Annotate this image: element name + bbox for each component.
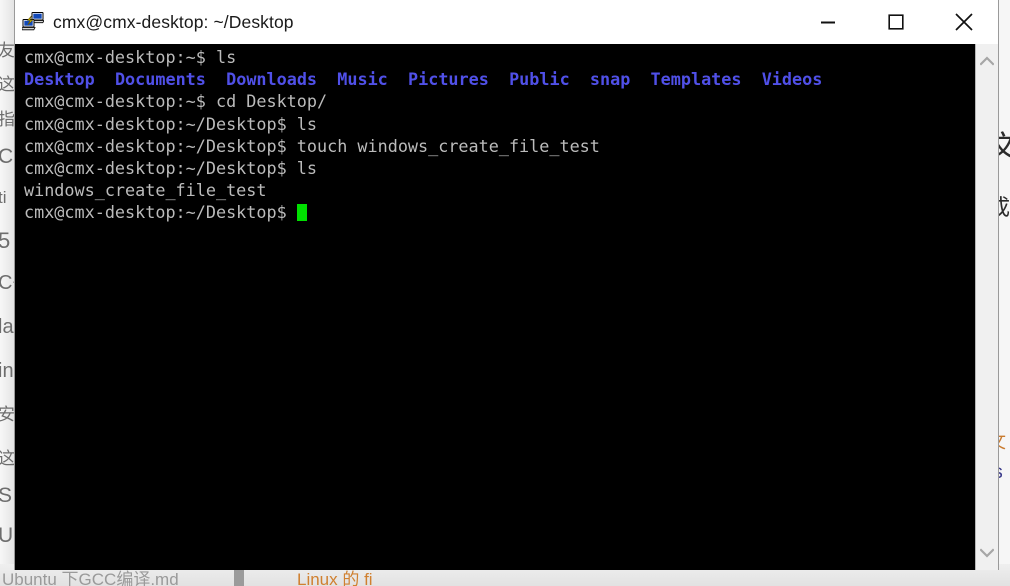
maximize-icon — [888, 14, 904, 30]
window-controls — [794, 0, 998, 44]
minimize-button[interactable] — [794, 0, 862, 44]
background-tab-divider — [234, 570, 244, 586]
terminal-cursor — [296, 204, 307, 222]
terminal-line: cmx@cmx-desktop:~/Desktop$ ls — [24, 113, 975, 135]
terminal-line-text: cmx@cmx-desktop:~/Desktop$ ls — [24, 158, 317, 179]
close-button[interactable] — [930, 0, 998, 44]
terminal-line-ls-output: Desktop Documents Downloads Music Pictur… — [24, 68, 975, 90]
bg-left-fragment: C — [0, 145, 14, 168]
scrollbar-down-button[interactable] — [976, 536, 999, 570]
bg-left-fragment: 指 — [0, 110, 14, 129]
minimize-icon — [821, 21, 835, 24]
putty-remote-session-icon — [21, 11, 45, 33]
window-titlebar[interactable]: cmx@cmx-desktop: ~/Desktop — [15, 0, 998, 44]
terminal-line: cmx@cmx-desktop:~$ ls — [24, 46, 975, 68]
bg-left-fragment: S — [0, 484, 13, 507]
close-icon — [955, 13, 973, 31]
terminal-area[interactable]: cmx@cmx-desktop:~$ ls Desktop Documents … — [15, 44, 998, 570]
terminal-line: cmx@cmx-desktop:~$ cd Desktop/ — [24, 90, 975, 112]
terminal-line-text: windows_create_file_test — [24, 180, 267, 201]
maximize-button[interactable] — [862, 0, 930, 44]
terminal-line: cmx@cmx-desktop:~/Desktop$ touch windows… — [24, 135, 975, 157]
terminal-line: cmx@cmx-desktop:~/Desktop$ ls — [24, 157, 975, 179]
bg-left-fragment: 这 — [0, 449, 14, 468]
bg-left-fragment: U — [0, 524, 14, 547]
chevron-up-icon — [980, 56, 994, 66]
scrollbar-track[interactable] — [976, 78, 998, 536]
bg-left-fragment: ti — [0, 188, 7, 207]
bg-left-fragment: 友 — [0, 41, 14, 60]
ls-entry-public: Public — [509, 69, 570, 90]
ls-entry-documents: Documents — [114, 69, 206, 90]
terminal-line-text: cmx@cmx-desktop:~/Desktop$ ls — [24, 113, 317, 134]
terminal-screen[interactable]: cmx@cmx-desktop:~$ ls Desktop Documents … — [15, 44, 975, 570]
bg-left-fragment: la — [0, 316, 14, 338]
ls-entry-videos: Videos — [761, 69, 823, 90]
bg-left-fragment: 安 — [0, 405, 14, 424]
ls-entry-music: Music — [337, 69, 388, 90]
ls-entry-desktop: Desktop — [24, 69, 95, 90]
terminal-line-file-output: windows_create_file_test — [24, 179, 975, 201]
chevron-down-icon — [980, 548, 994, 558]
terminal-line-active-prompt: cmx@cmx-desktop:~/Desktop$ — [24, 201, 975, 223]
terminal-line-text: cmx@cmx-desktop:~$ ls — [24, 47, 237, 67]
ls-entry-downloads: Downloads — [226, 69, 318, 90]
terminal-scrollbar[interactable] — [975, 44, 998, 570]
bg-left-fragment: 这 — [0, 75, 14, 94]
terminal-line-text: cmx@cmx-desktop:~/Desktop$ touch windows… — [24, 135, 600, 156]
background-left-window-edge: 友 这 指 C ti 5 C+ la in 安 这 S U U — [0, 0, 14, 586]
bg-left-fragment: 5 — [0, 228, 11, 253]
ls-entry-pictures: Pictures — [408, 69, 489, 90]
putty-terminal-window[interactable]: cmx@cmx-desktop: ~/Desktop cmx@cmx-deskt — [14, 0, 999, 570]
bg-left-fragment: in — [0, 360, 14, 382]
window-title: cmx@cmx-desktop: ~/Desktop — [53, 11, 294, 32]
bg-left-fragment: C+ — [0, 272, 14, 294]
ls-entry-templates: Templates — [650, 69, 742, 90]
ls-entry-snap: snap — [589, 69, 631, 90]
terminal-line-text: cmx@cmx-desktop:~$ cd Desktop/ — [24, 91, 328, 112]
terminal-prompt-text: cmx@cmx-desktop:~/Desktop$ — [24, 202, 297, 223]
scrollbar-up-button[interactable] — [976, 44, 999, 78]
